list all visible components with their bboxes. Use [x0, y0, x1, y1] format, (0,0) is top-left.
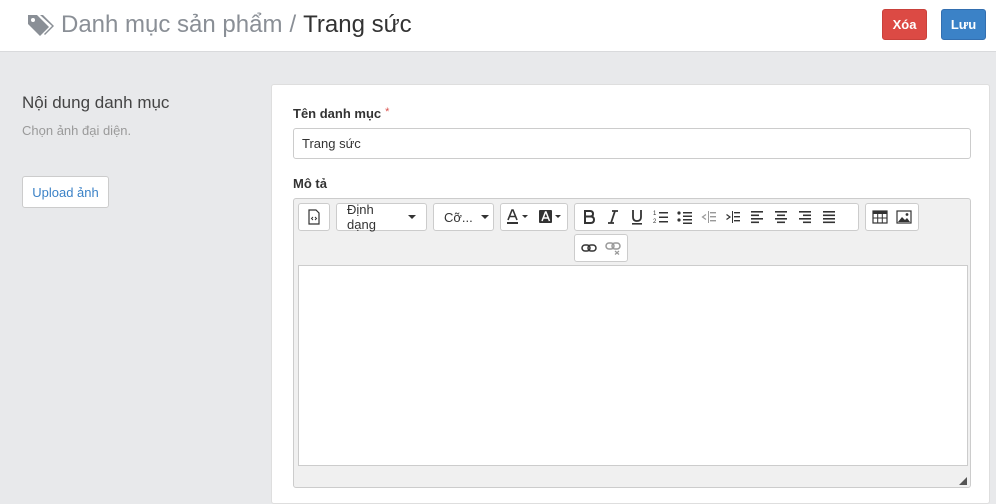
unordered-list-icon[interactable]: [673, 204, 697, 230]
chevron-down-icon: [408, 215, 416, 219]
breadcrumb-parent[interactable]: Danh mục sản phẩm: [61, 11, 282, 39]
toolbar-group-link: [574, 234, 628, 262]
font-size-dropdown-label: Cỡ...: [444, 209, 473, 225]
format-dropdown[interactable]: Định dạng: [337, 202, 426, 232]
name-field-label: Tên danh mục *: [293, 106, 389, 121]
background-color-icon[interactable]: [535, 204, 567, 230]
category-name-input[interactable]: Trang sức: [293, 128, 971, 159]
toolbar-group-color: [500, 203, 568, 231]
svg-text:2: 2: [653, 219, 657, 225]
table-icon[interactable]: [868, 204, 892, 230]
required-mark: *: [385, 106, 390, 118]
section-title: Nội dung danh mục: [22, 93, 170, 112]
toolbar-group-paragraph: 12: [574, 203, 859, 231]
align-right-icon[interactable]: [793, 204, 817, 230]
toolbar-group-format: Định dạng: [336, 202, 427, 232]
breadcrumb-current: Trang sức: [303, 11, 412, 38]
font-size-dropdown[interactable]: Cỡ...: [434, 204, 499, 230]
form-card: Tên danh mục * Trang sức Mô tả Định dạng …: [271, 84, 990, 504]
toolbar-group-size: Cỡ...: [433, 203, 494, 231]
editor-content-area[interactable]: [298, 265, 968, 466]
italic-icon[interactable]: [601, 204, 625, 230]
svg-text:1: 1: [653, 211, 657, 217]
description-label: Mô tả: [293, 176, 327, 191]
save-button[interactable]: Lưu: [941, 9, 986, 40]
rich-text-editor: Định dạng Cỡ... 12: [293, 198, 971, 488]
ordered-list-icon[interactable]: 12: [649, 204, 673, 230]
align-left-icon[interactable]: [745, 204, 769, 230]
name-label-text: Tên danh mục: [293, 106, 382, 121]
justify-icon[interactable]: [817, 204, 841, 230]
delete-button[interactable]: Xóa: [882, 9, 927, 40]
resize-handle-icon[interactable]: [959, 477, 967, 485]
link-icon[interactable]: [577, 235, 601, 261]
outdent-icon[interactable]: [697, 204, 721, 230]
breadcrumb-separator: /: [289, 11, 297, 38]
unlink-icon[interactable]: [601, 235, 625, 261]
sidebar: Nội dung danh mục Chọn ảnh đại diện. Upl…: [0, 53, 270, 491]
top-bar: Danh mục sản phẩm / Trang sức Xóa Lưu: [0, 0, 996, 52]
image-icon[interactable]: [892, 204, 916, 230]
font-color-icon[interactable]: [501, 204, 535, 230]
toolbar-group-view: [298, 203, 330, 231]
align-center-icon[interactable]: [769, 204, 793, 230]
format-dropdown-label: Định dạng: [347, 202, 376, 232]
indent-icon[interactable]: [721, 204, 745, 230]
toolbar-group-insert: [865, 203, 919, 231]
page-title: Danh mục sản phẩm / Trang sức: [26, 9, 412, 41]
code-view-icon[interactable]: [299, 204, 329, 230]
underline-icon[interactable]: [625, 204, 649, 230]
section-hint: Chọn ảnh đại diện.: [22, 123, 132, 138]
bold-icon[interactable]: [577, 204, 601, 230]
upload-image-button[interactable]: Upload ảnh: [22, 176, 109, 208]
chevron-down-icon: [480, 215, 489, 219]
tags-icon: [28, 15, 54, 36]
